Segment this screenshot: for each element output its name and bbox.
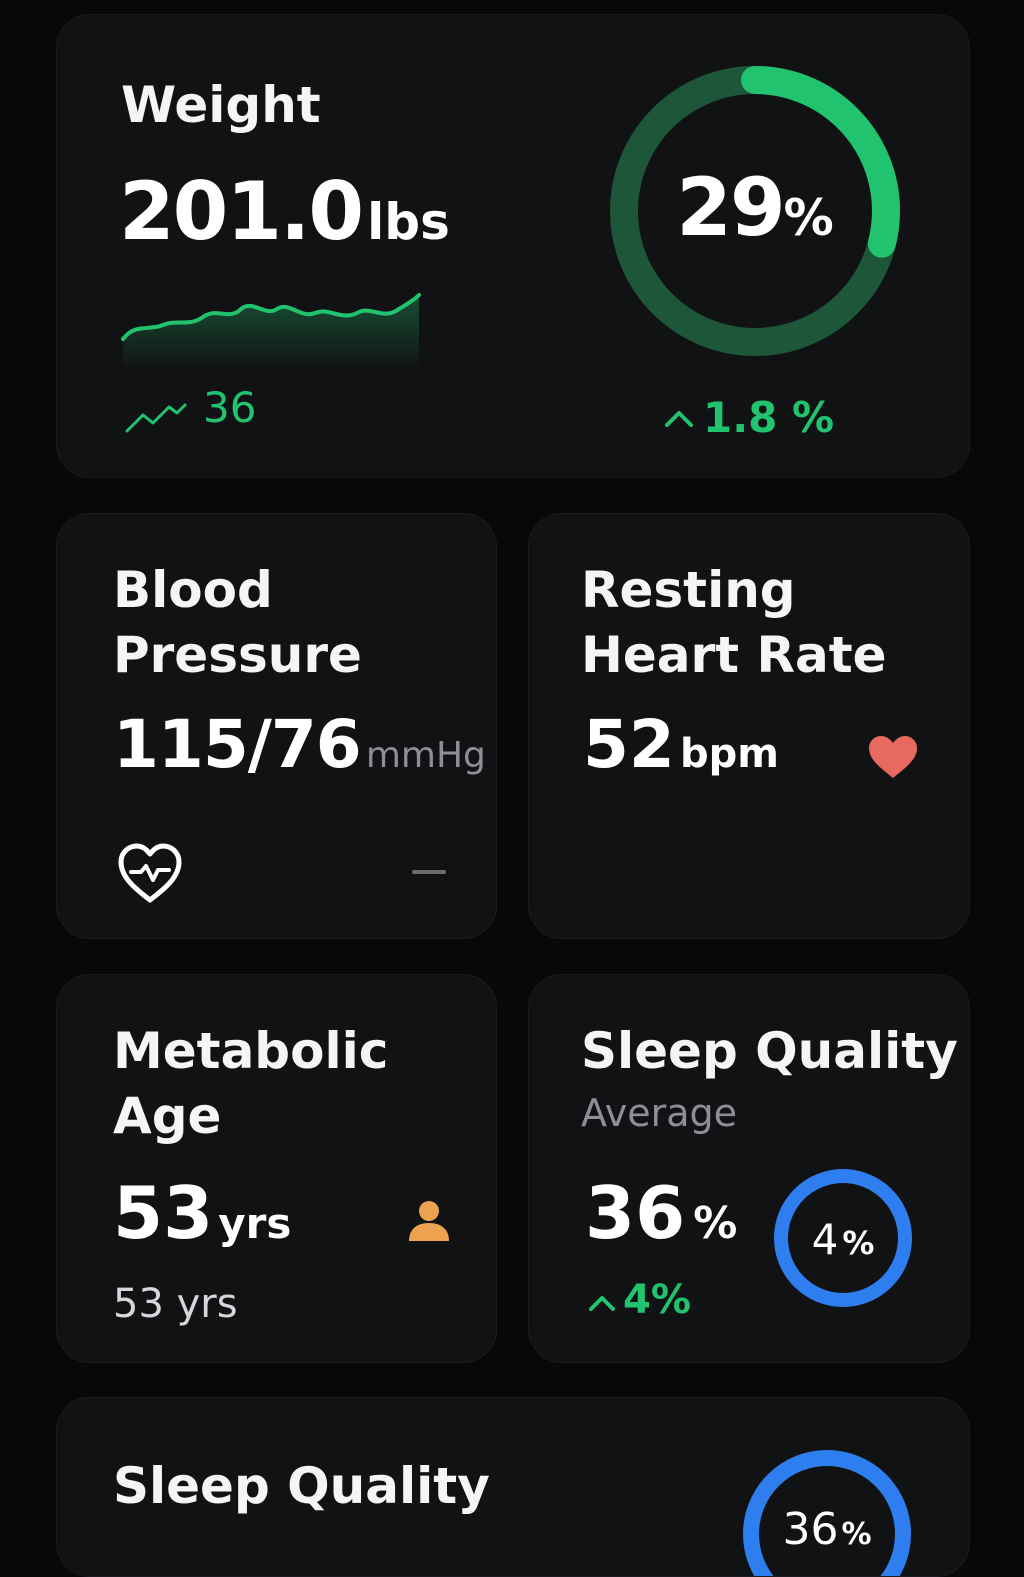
- weight-value-row: 201.0 lbs: [119, 165, 450, 258]
- metabolic-age-value-row: 53 yrs: [113, 1171, 291, 1255]
- sleep-quality-ring-unit: %: [842, 1224, 875, 1262]
- resting-heart-rate-card[interactable]: Resting Heart Rate 52 bpm: [528, 513, 970, 939]
- resting-heart-rate-unit: bpm: [679, 731, 779, 777]
- weight-unit: lbs: [367, 193, 450, 251]
- trend-up-icon: [125, 403, 187, 433]
- sleep-quality-subtitle: Average: [581, 1091, 738, 1135]
- weight-ring-value: 29: [676, 161, 785, 254]
- resting-heart-rate-value: 52: [583, 706, 675, 783]
- metabolic-age-title-line2: Age: [113, 1087, 222, 1145]
- sleep-quality-ring-value: 4: [811, 1215, 839, 1264]
- minus-icon: [412, 870, 446, 874]
- metabolic-age-title-line1: Metabolic: [113, 1022, 389, 1080]
- sleep-quality-card-2[interactable]: Sleep Quality 36%: [56, 1397, 970, 1577]
- metabolic-age-value: 53: [113, 1171, 214, 1255]
- sleep-quality-2-ring-value: 36: [782, 1504, 839, 1555]
- resting-heart-rate-title-line2: Heart Rate: [581, 626, 887, 684]
- sleep-quality-title: Sleep Quality: [581, 1022, 958, 1080]
- weight-sparkline: [121, 293, 421, 365]
- weight-value: 201.0: [119, 165, 364, 258]
- chevron-up-icon: [589, 1296, 615, 1311]
- sleep-quality-2-ring-label: 36%: [741, 1504, 913, 1555]
- resting-heart-rate-value-row: 52 bpm: [583, 706, 779, 783]
- sleep-quality-ring-label: 4%: [773, 1215, 913, 1264]
- metabolic-age-card[interactable]: Metabolic Age 53 yrs 53 yrs: [56, 974, 497, 1363]
- sleep-quality-card[interactable]: Sleep Quality Average 36% 4% 4%: [528, 974, 970, 1363]
- sleep-quality-value: 36: [585, 1171, 686, 1255]
- metabolic-age-unit: yrs: [218, 1199, 292, 1248]
- weight-ring-label: 29%: [605, 161, 905, 254]
- weight-change: 1.8 %: [703, 393, 835, 442]
- blood-pressure-title-line2: Pressure: [113, 626, 362, 684]
- sleep-quality-2-title: Sleep Quality: [113, 1457, 490, 1515]
- blood-pressure-value: 115/76: [113, 706, 362, 783]
- sleep-quality-unit: %: [693, 1198, 738, 1249]
- sleep-quality-2-ring-unit: %: [841, 1517, 872, 1552]
- heart-icon: [869, 736, 917, 778]
- weight-title: Weight: [121, 76, 321, 134]
- blood-pressure-value-row: 115/76 mmHg: [113, 706, 486, 783]
- heart-pulse-icon: [118, 843, 182, 903]
- weight-trend-value: 36: [203, 383, 257, 432]
- resting-heart-rate-title-line1: Resting: [581, 561, 796, 619]
- sleep-quality-change: 4%: [623, 1277, 691, 1323]
- blood-pressure-card[interactable]: Blood Pressure 115/76 mmHg: [56, 513, 497, 939]
- weight-ring-unit: %: [783, 189, 834, 247]
- metabolic-age-secondary: 53 yrs: [113, 1281, 238, 1327]
- weight-card[interactable]: Weight 201.0 lbs 36 29% 1.8 %: [56, 14, 970, 478]
- chevron-up-icon: [665, 411, 693, 427]
- blood-pressure-unit: mmHg: [365, 735, 486, 776]
- blood-pressure-title-line1: Blood: [113, 561, 273, 619]
- person-icon: [409, 1201, 449, 1241]
- sleep-quality-value-row: 36%: [585, 1171, 737, 1255]
